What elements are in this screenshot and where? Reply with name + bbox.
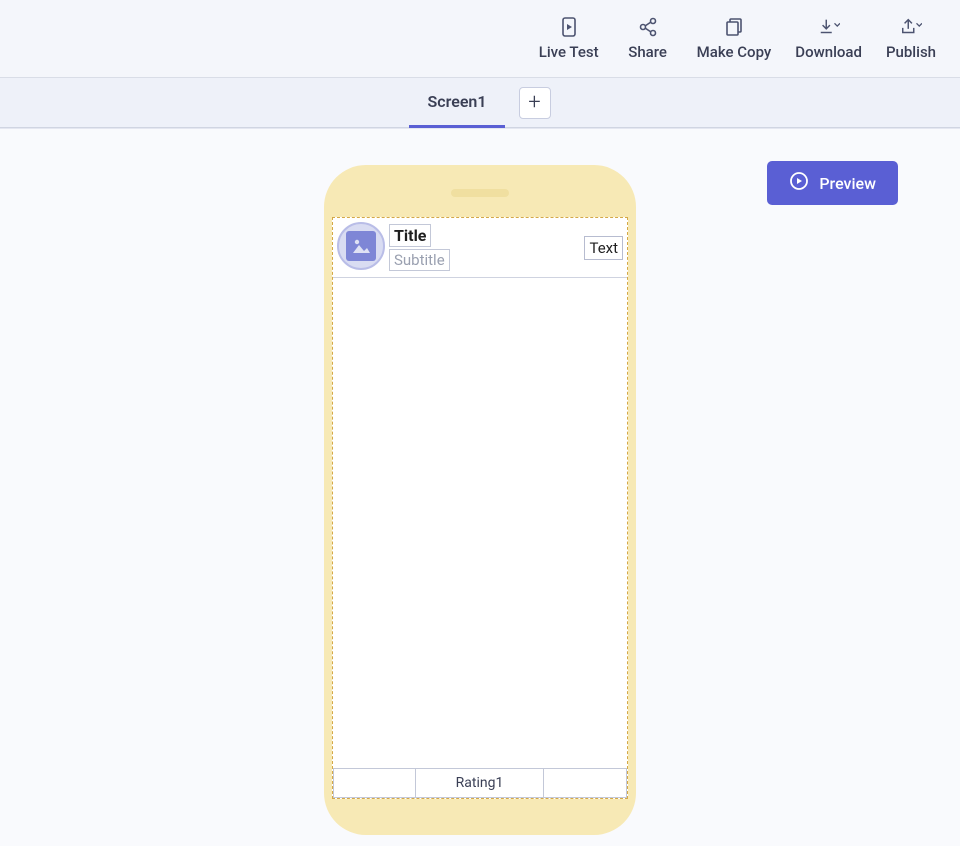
rating-component[interactable]: Rating1 — [333, 768, 627, 798]
phone-mockup: Title Subtitle Text Rating1 — [324, 165, 636, 835]
preview-label: Preview — [819, 174, 876, 193]
copy-icon — [723, 17, 745, 37]
list-item-title[interactable]: Title — [389, 224, 431, 247]
plus-icon: + — [528, 90, 540, 115]
phone-speaker — [451, 189, 509, 197]
phone-screen[interactable]: Title Subtitle Text Rating1 — [332, 217, 628, 799]
share-button[interactable]: Share — [623, 17, 673, 61]
list-item-image[interactable] — [337, 222, 385, 270]
list-item-right-text[interactable]: Text — [584, 236, 623, 260]
tab-screen1[interactable]: Screen1 — [409, 78, 504, 128]
add-screen-button[interactable]: + — [519, 87, 551, 119]
make-copy-button[interactable]: Make Copy — [697, 17, 772, 61]
top-toolbar: Live Test Share Make Copy — [0, 0, 960, 78]
rating-label: Rating1 — [416, 769, 544, 797]
publish-button[interactable]: Publish — [886, 17, 936, 61]
download-label: Download — [795, 43, 862, 61]
screen-tabs: Screen1 + — [0, 78, 960, 128]
rating-side-right — [544, 769, 626, 797]
live-test-button[interactable]: Live Test — [539, 17, 599, 61]
publish-icon — [900, 17, 922, 37]
list-item-texts: Title Subtitle — [389, 222, 576, 273]
live-test-label: Live Test — [539, 43, 599, 61]
screen-empty-area[interactable] — [333, 278, 627, 768]
make-copy-label: Make Copy — [697, 43, 772, 61]
preview-button[interactable]: Preview — [767, 161, 898, 205]
play-circle-icon — [789, 171, 809, 195]
list-item-right: Text — [580, 222, 623, 273]
list-item-subtitle[interactable]: Subtitle — [389, 249, 450, 271]
download-icon — [818, 17, 840, 37]
share-label: Share — [628, 43, 667, 61]
image-placeholder-icon — [346, 231, 376, 261]
publish-label: Publish — [886, 43, 936, 61]
rating-side-left — [334, 769, 416, 797]
design-canvas: Preview Title Subtitle — [0, 128, 960, 846]
tab-screen1-label: Screen1 — [427, 92, 486, 111]
download-button[interactable]: Download — [795, 17, 862, 61]
live-test-icon — [558, 17, 580, 37]
share-icon — [637, 17, 659, 37]
data-list-viewer-row[interactable]: Title Subtitle Text — [333, 218, 627, 278]
